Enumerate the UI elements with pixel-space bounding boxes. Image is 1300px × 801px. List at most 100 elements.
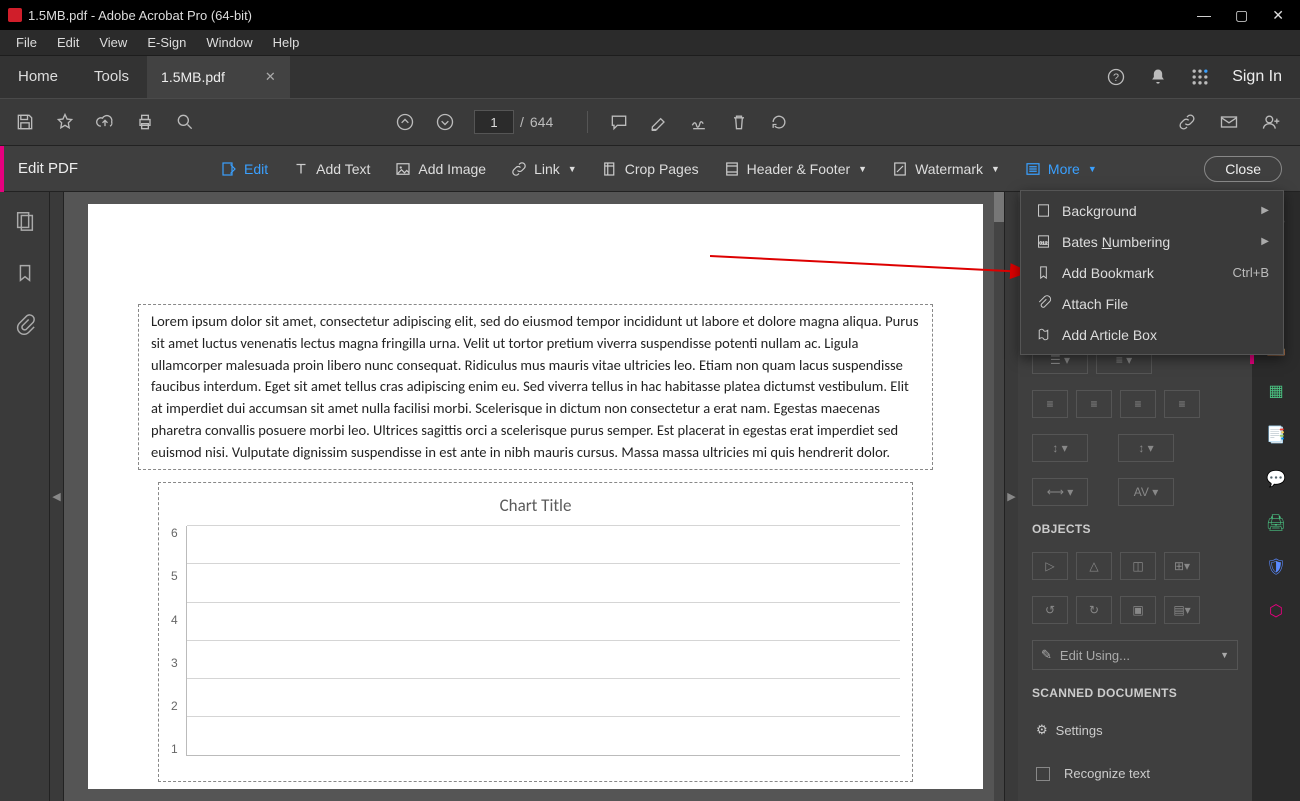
objects-header: OBJECTS [1032, 522, 1238, 536]
close-edit-button[interactable]: Close [1204, 156, 1282, 182]
document-tab[interactable]: 1.5MB.pdf ✕ [147, 56, 290, 98]
menu-file[interactable]: File [6, 33, 47, 52]
scanned-header: SCANNED DOCUMENTS [1032, 686, 1238, 700]
sign-in-button[interactable]: Sign In [1232, 68, 1282, 86]
gear-icon: ⚙ [1036, 722, 1048, 738]
more-button[interactable]: More▼ [1012, 146, 1109, 192]
chart-block[interactable]: Chart Title 654321 [158, 482, 913, 782]
share-link-icon[interactable] [1176, 111, 1198, 133]
page-up-icon[interactable] [394, 111, 416, 133]
combine-icon[interactable]: 📑 [1265, 424, 1287, 446]
watermark-button[interactable]: Watermark▼ [879, 146, 1012, 192]
star-icon[interactable] [54, 111, 76, 133]
paragraph-spacing-button[interactable]: ↕ ▾ [1118, 434, 1174, 462]
save-icon[interactable] [14, 111, 36, 133]
window-title: 1.5MB.pdf - Adobe Acrobat Pro (64-bit) [28, 8, 252, 23]
apps-grid-icon[interactable] [1190, 67, 1210, 87]
menu-esign[interactable]: E-Sign [137, 33, 196, 52]
rotate-icon[interactable] [768, 111, 790, 133]
horizontal-scale-button[interactable]: ⟷ ▾ [1032, 478, 1088, 506]
rotate-ccw-button[interactable]: ↺ [1032, 596, 1068, 624]
email-icon[interactable] [1218, 111, 1240, 133]
bookmark-icon[interactable] [14, 262, 36, 284]
svg-text:?: ? [1113, 72, 1119, 84]
menu-bates-numbering[interactable]: 012 Bates Numbering ▶ [1021, 226, 1283, 257]
line-spacing-button[interactable]: ↕ ▾ [1032, 434, 1088, 462]
highlight-icon[interactable] [648, 111, 670, 133]
settings-button[interactable]: ⚙ Settings [1032, 716, 1238, 744]
document-tab-label: 1.5MB.pdf [161, 69, 225, 85]
delete-icon[interactable] [728, 111, 750, 133]
menu-window[interactable]: Window [196, 33, 262, 52]
char-spacing-button[interactable]: AV ▾ [1118, 478, 1174, 506]
zoom-icon[interactable] [174, 111, 196, 133]
more-dropdown-menu: Background ▶ 012 Bates Numbering ▶ Add B… [1020, 190, 1284, 355]
align-left-button[interactable]: ≡ [1032, 390, 1068, 418]
sign-icon[interactable] [688, 111, 710, 133]
replace-image-button[interactable]: ▣ [1120, 596, 1156, 624]
menu-help[interactable]: Help [263, 33, 310, 52]
window-controls: — ▢ ✕ [1197, 7, 1292, 24]
rotate-cw-button[interactable]: ↻ [1076, 596, 1112, 624]
chart-title: Chart Title [171, 489, 900, 526]
document-viewport[interactable]: Lorem ipsum dolor sit amet, consectetur … [64, 192, 1004, 801]
align-right-button[interactable]: ≡ [1120, 390, 1156, 418]
align-center-button[interactable]: ≡ [1076, 390, 1112, 418]
maximize-button[interactable]: ▢ [1235, 7, 1248, 24]
left-collapse-button[interactable]: ◀ [50, 192, 64, 801]
print-icon[interactable] [134, 111, 156, 133]
tab-bar: Home Tools 1.5MB.pdf ✕ ? Sign In [0, 56, 1300, 98]
attachment-icon[interactable] [14, 314, 36, 336]
main-toolbar: / 644 [0, 98, 1300, 146]
add-person-icon[interactable] [1260, 111, 1282, 133]
chart-y-axis: 654321 [171, 526, 186, 756]
organize-icon[interactable]: ▦ [1265, 380, 1287, 402]
menu-background[interactable]: Background ▶ [1021, 195, 1283, 226]
text-block[interactable]: Lorem ipsum dolor sit amet, consectetur … [138, 304, 933, 470]
thumbnails-icon[interactable] [14, 210, 36, 232]
menu-attach-file[interactable]: Attach File [1021, 288, 1283, 319]
scan-icon[interactable]: 🖨 [1265, 512, 1287, 534]
comment-tool-icon[interactable]: 💬 [1265, 468, 1287, 490]
align-justify-button[interactable]: ≡ [1164, 390, 1200, 418]
bell-icon[interactable] [1148, 67, 1168, 87]
left-nav-rail [0, 192, 50, 801]
comment-icon[interactable] [608, 111, 630, 133]
menu-edit[interactable]: Edit [47, 33, 89, 52]
crop-pages-button[interactable]: Crop Pages [589, 146, 711, 192]
link-button[interactable]: Link▼ [498, 146, 589, 192]
edit-button[interactable]: Edit [208, 146, 280, 192]
menu-add-article-box[interactable]: Add Article Box [1021, 319, 1283, 350]
tab-tools[interactable]: Tools [76, 56, 147, 98]
page-down-icon[interactable] [434, 111, 456, 133]
minimize-button[interactable]: — [1197, 7, 1211, 24]
close-window-button[interactable]: ✕ [1272, 7, 1284, 24]
cloud-upload-icon[interactable] [94, 111, 116, 133]
tab-home[interactable]: Home [0, 56, 76, 98]
flip-vert-button[interactable]: △ [1076, 552, 1112, 580]
add-text-button[interactable]: Add Text [280, 146, 382, 192]
recognize-text-checkbox[interactable]: Recognize text [1032, 760, 1238, 787]
page-number: / 644 [474, 110, 553, 134]
more-tools-icon[interactable]: ⬡ [1265, 600, 1287, 622]
flip-horiz-button[interactable]: ▷ [1032, 552, 1068, 580]
arrange-button[interactable]: ▤▾ [1164, 596, 1200, 624]
add-image-button[interactable]: Add Image [382, 146, 498, 192]
right-collapse-button[interactable]: ▶ [1004, 192, 1018, 801]
page-input[interactable] [474, 110, 514, 134]
chart-plot: 654321 [171, 526, 900, 756]
menu-add-bookmark[interactable]: Add Bookmark Ctrl+B [1021, 257, 1283, 288]
page-total: 644 [530, 114, 553, 130]
svg-text:012: 012 [1039, 240, 1047, 246]
vertical-scrollbar[interactable] [994, 192, 1004, 801]
help-icon[interactable]: ? [1106, 67, 1126, 87]
header-footer-button[interactable]: Header & Footer▼ [711, 146, 879, 192]
edit-pdf-toolbar: Edit PDF Edit Add Text Add Image Link▼ C… [0, 146, 1300, 192]
menu-bar: File Edit View E-Sign Window Help [0, 30, 1300, 56]
menu-view[interactable]: View [89, 33, 137, 52]
crop-button[interactable]: ◫ [1120, 552, 1156, 580]
protect-icon[interactable]: 🛡 [1265, 556, 1287, 578]
close-tab-button[interactable]: ✕ [265, 69, 276, 85]
align-objects-button[interactable]: ⊞▾ [1164, 552, 1200, 580]
edit-using-dropdown[interactable]: ✎ Edit Using... ▼ [1032, 640, 1238, 670]
